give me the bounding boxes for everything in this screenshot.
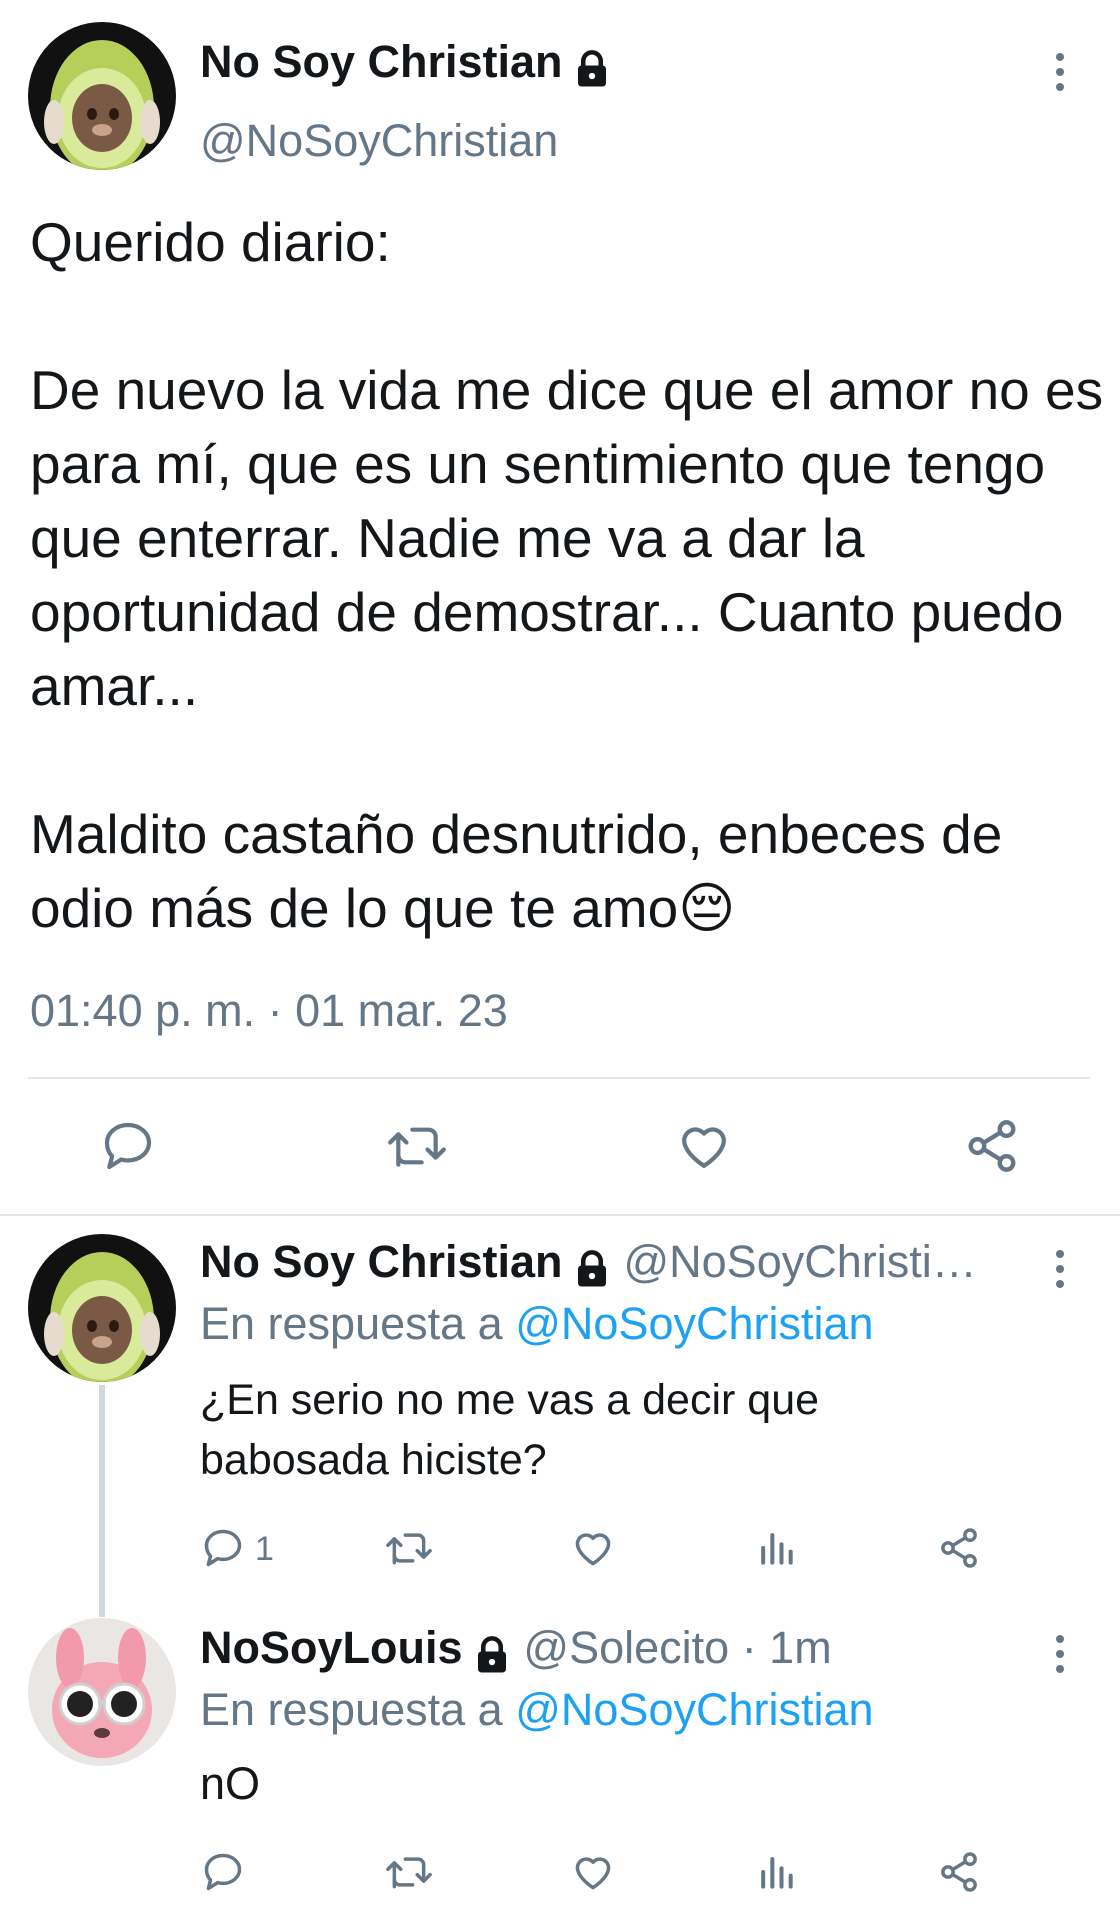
analytics-icon[interactable] [756,1850,796,1894]
timestamp[interactable]: 01:40 p. m. · 01 mar. 23 [30,985,508,1037]
share-icon[interactable] [937,1850,981,1894]
divider [28,1077,1090,1079]
thread-line [99,1385,105,1617]
tweet-paragraph: Querido diario: [30,211,391,273]
reply-text-line: nO [200,1758,261,1809]
reply-count: 1 [255,1530,274,1568]
reply-context: En respuesta a @NoSoyChristian [200,1684,874,1736]
tweet-author[interactable]: No Soy Christian [200,36,613,90]
like-icon[interactable] [674,1118,734,1174]
reply-author[interactable]: No Soy Christian @NoSoyChristi… [200,1236,977,1290]
retweet-icon[interactable] [384,1526,434,1570]
mention-link[interactable]: @NoSoyChristian [515,1298,873,1349]
reply-icon[interactable] [98,1118,158,1174]
mention-link[interactable]: @NoSoyChristian [515,1684,873,1735]
more-options-icon[interactable] [1050,1250,1070,1288]
tweet-paragraph: De nuevo la vida me dice que el amor no … [30,359,1104,717]
reply-prefix: En respuesta a [200,1298,503,1349]
more-options-icon[interactable] [1050,53,1070,91]
avatar[interactable] [28,1618,176,1766]
reply-text: nO [200,1754,260,1814]
display-name: NoSoyLouis [200,1622,463,1673]
lock-icon [578,1249,607,1287]
reply-author[interactable]: NoSoyLouis @Solecito · 1m [200,1622,832,1676]
analytics-icon[interactable] [756,1526,796,1570]
reply-text: ¿En serio no me vas a decir que babosada… [200,1370,819,1490]
reply-prefix: En respuesta a [200,1684,503,1735]
reply-icon[interactable] [200,1526,246,1570]
retweet-icon[interactable] [384,1850,434,1894]
like-icon[interactable] [570,1850,616,1894]
reply-context: En respuesta a @NoSoyChristian [200,1298,874,1350]
reply-text-line: babosada hiciste? [200,1436,547,1484]
divider [0,1214,1120,1216]
share-icon[interactable] [937,1526,981,1570]
like-icon[interactable] [570,1526,616,1570]
avatar[interactable] [28,22,176,170]
handle[interactable]: @NoSoyChristian [200,115,558,167]
tweet-paragraph: Maldito castaño desnutrido, enbeces de o… [30,803,1003,939]
tweet-body: Querido diario: De nuevo la vida me dice… [30,205,1110,945]
share-icon[interactable] [963,1117,1021,1175]
lock-icon [578,49,607,87]
avatar[interactable] [28,1234,176,1382]
display-name: No Soy Christian [200,36,563,87]
lock-icon [477,1635,506,1673]
reply-icon[interactable] [200,1850,246,1894]
reply-text-line: ¿En serio no me vas a decir que [200,1376,820,1424]
retweet-icon[interactable] [385,1118,449,1174]
display-name: No Soy Christian [200,1236,563,1287]
handle: @Solecito · 1m [523,1622,832,1673]
more-options-icon[interactable] [1050,1635,1070,1673]
handle: @NoSoyChristi… [623,1236,977,1287]
